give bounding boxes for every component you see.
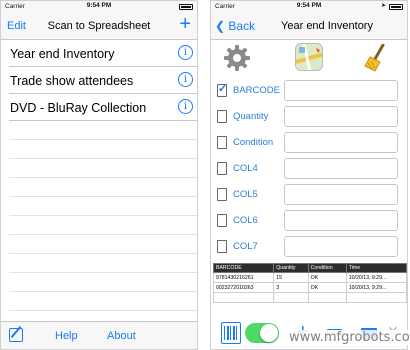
about-button[interactable]: About xyxy=(107,330,136,342)
field-input[interactable] xyxy=(284,132,398,153)
column-checkbox[interactable] xyxy=(217,240,227,253)
empty-row xyxy=(9,178,197,197)
nav-bar: Edit Scan to Spreadsheet + xyxy=(1,12,197,40)
status-bar: Carrier 9:54 PM ➤ xyxy=(211,1,407,12)
field-row: COL5 xyxy=(211,182,407,208)
empty-row xyxy=(9,197,197,216)
table-cell xyxy=(307,292,347,303)
field-input[interactable] xyxy=(284,106,398,127)
scan-table: BARCODE Quantity Condition Time 97814302… xyxy=(212,263,407,303)
field-input[interactable] xyxy=(284,236,398,257)
empty-row xyxy=(9,216,197,235)
table-row[interactable] xyxy=(212,292,407,303)
table-cell: OK xyxy=(307,272,347,283)
field-input[interactable] xyxy=(284,80,398,101)
left-screen: Carrier 9:54 PM Edit Scan to Spreadsheet… xyxy=(0,0,198,350)
nav-bar: ❮ Back Year end Inventory xyxy=(211,12,407,40)
battery-icon xyxy=(179,4,193,10)
help-button[interactable]: Help xyxy=(55,330,78,342)
field-label: COL5 xyxy=(233,189,258,200)
barcode-scan-icon[interactable] xyxy=(221,322,241,344)
table-cell: OK xyxy=(307,282,347,293)
empty-row xyxy=(9,159,197,178)
action-icons xyxy=(211,40,407,78)
page-title: Scan to Spreadsheet xyxy=(47,20,151,32)
status-bar: Carrier 9:54 PM xyxy=(1,1,197,12)
field-row: Quantity xyxy=(211,104,407,130)
table-cell: 3 xyxy=(273,282,309,293)
table-header: Time xyxy=(345,263,407,273)
field-row: COL4 xyxy=(211,156,407,182)
spreadsheet-list: Year end Inventory i Trade show attendee… xyxy=(1,40,197,330)
watermark: www.mfgrobots.com xyxy=(286,330,410,345)
page-title: Year end Inventory xyxy=(281,20,373,32)
table-cell: 10/20/13, 9:29... xyxy=(345,282,407,293)
empty-row xyxy=(9,121,197,140)
table-cell xyxy=(212,292,275,303)
broom-icon[interactable] xyxy=(363,44,389,72)
maps-icon[interactable] xyxy=(295,43,323,71)
info-icon[interactable]: i xyxy=(178,72,193,87)
table-cell: 0023272010263 xyxy=(212,282,275,293)
column-checkbox[interactable] xyxy=(217,214,227,227)
bottom-toolbar: Help About xyxy=(1,321,197,349)
column-checkbox[interactable] xyxy=(217,188,227,201)
field-row: Condition xyxy=(211,130,407,156)
table-cell xyxy=(345,292,407,303)
empty-row xyxy=(9,254,197,273)
table-header: BARCODE xyxy=(212,263,275,273)
add-list-button[interactable]: + xyxy=(179,14,191,34)
field-row: COL7 xyxy=(211,234,407,260)
table-header: Condition xyxy=(307,263,347,273)
status-time: 9:54 PM xyxy=(296,2,322,9)
battery-icon xyxy=(389,4,403,10)
status-time: 9:54 PM xyxy=(86,2,112,9)
list-item[interactable]: Year end Inventory i xyxy=(9,40,197,67)
table-cell: 10/20/13, 9:29... xyxy=(345,272,407,283)
column-checkbox[interactable] xyxy=(217,162,227,175)
empty-row xyxy=(9,273,197,292)
list-item-label: DVD - BluRay Collection xyxy=(10,101,147,115)
field-label: COL7 xyxy=(233,241,258,252)
field-label: Condition xyxy=(233,137,274,148)
list-item-label: Trade show attendees xyxy=(10,74,134,88)
empty-row xyxy=(9,140,197,159)
table-cell xyxy=(273,292,309,303)
empty-row xyxy=(9,292,197,311)
column-checkbox[interactable] xyxy=(217,82,227,97)
list-item[interactable]: Trade show attendees i xyxy=(9,67,197,94)
info-icon[interactable]: i xyxy=(178,45,193,60)
field-row: BARCODE xyxy=(211,78,407,104)
table-cell: 15 xyxy=(273,272,309,283)
table-header: Quantity xyxy=(273,263,309,273)
empty-row xyxy=(9,235,197,254)
table-row[interactable]: 0023272010263 3 OK 10/20/13, 9:29... xyxy=(212,282,407,293)
field-row: COL6 xyxy=(211,208,407,234)
gear-icon[interactable] xyxy=(223,44,251,72)
field-label: BARCODE xyxy=(233,85,280,96)
column-fields: BARCODE Quantity Condition COL4 COL5 COL… xyxy=(211,78,407,260)
location-arrow-icon: ➤ xyxy=(380,3,386,9)
compose-icon[interactable] xyxy=(9,328,23,342)
column-checkbox[interactable] xyxy=(217,110,227,123)
field-input[interactable] xyxy=(284,158,398,179)
field-input[interactable] xyxy=(284,210,398,231)
list-item[interactable]: DVD - BluRay Collection i xyxy=(9,94,197,121)
field-label: Quantity xyxy=(233,111,269,122)
table-row[interactable]: 9781430216261 15 OK 10/20/13, 9:29... xyxy=(212,272,407,283)
field-label: COL6 xyxy=(233,215,258,226)
info-icon[interactable]: i xyxy=(178,99,193,114)
table-header-row: BARCODE Quantity Condition Time xyxy=(212,263,407,273)
list-item-label: Year end Inventory xyxy=(10,47,115,61)
right-screen: Carrier 9:54 PM ➤ ❮ Back Year end Invent… xyxy=(210,0,408,350)
field-label: COL4 xyxy=(233,163,258,174)
column-checkbox[interactable] xyxy=(217,136,227,149)
auto-scan-toggle[interactable] xyxy=(245,323,279,343)
table-cell: 9781430216261 xyxy=(212,272,275,283)
field-input[interactable] xyxy=(284,184,398,205)
